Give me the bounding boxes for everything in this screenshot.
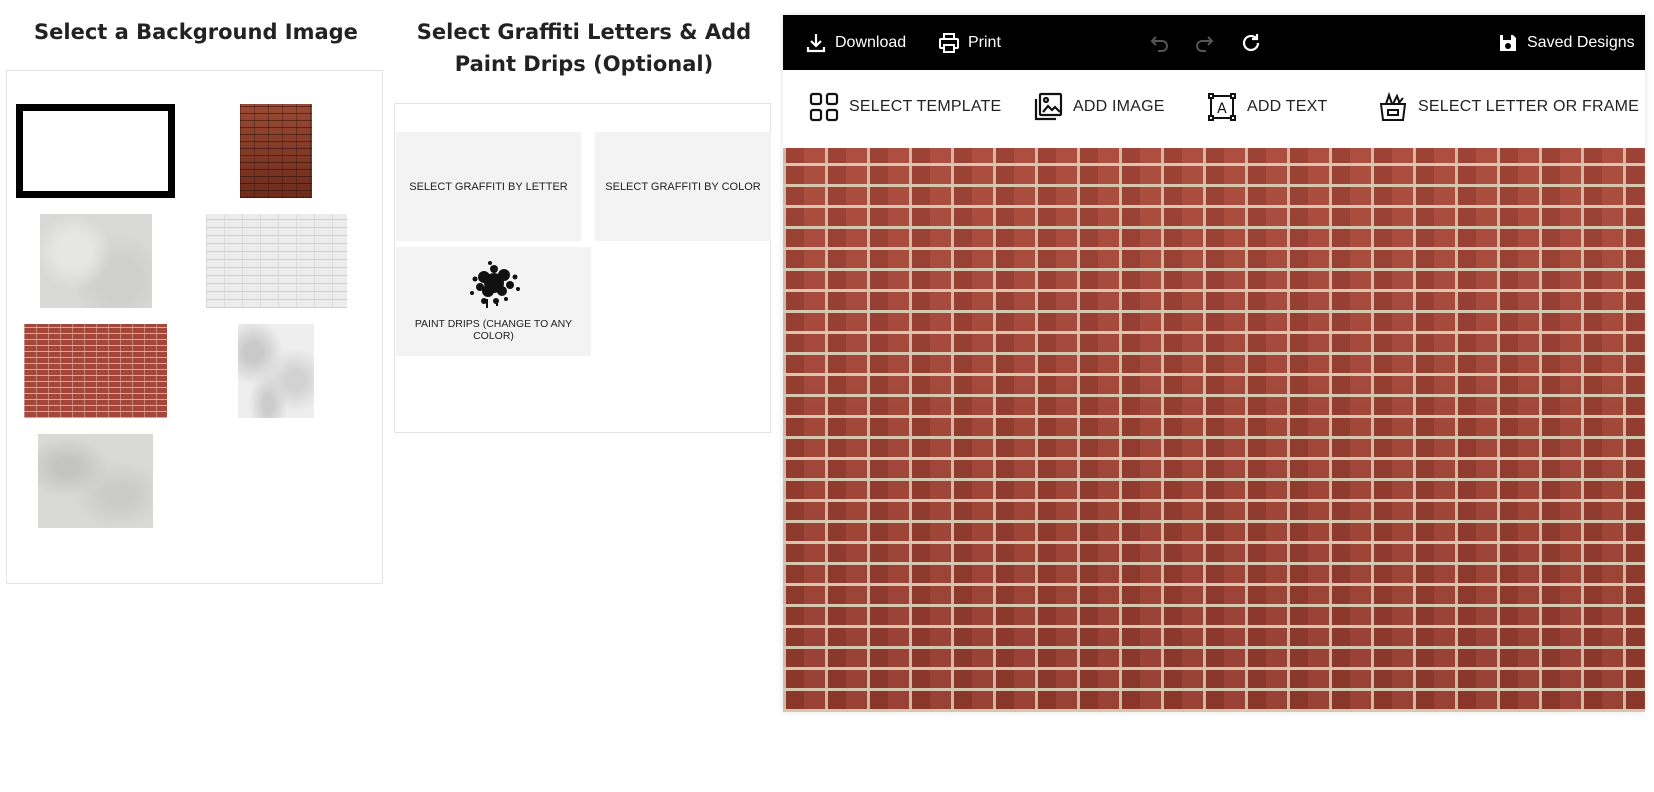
editor-tool-bar: SELECT TEMPLATE ADD IMAGE A ADD TEXT SEL… xyxy=(783,70,1645,143)
background-thumbnail-panel xyxy=(6,70,383,584)
background-thumb-dark-brick[interactable] xyxy=(240,104,312,198)
art-supplies-icon xyxy=(1379,91,1407,121)
select-template-label: SELECT TEMPLATE xyxy=(849,97,1002,115)
download-icon xyxy=(806,33,826,52)
background-thumb-gray-marble[interactable] xyxy=(38,434,153,528)
add-text-button[interactable]: A ADD TEXT xyxy=(1207,70,1327,143)
refresh-icon xyxy=(1242,33,1260,51)
print-label: Print xyxy=(968,33,1001,51)
undo-icon xyxy=(1150,35,1168,52)
graffiti-section-title: Select Graffiti Letters & Add Paint Drip… xyxy=(416,20,752,76)
editor-top-bar: Download Print Saved Designs xyxy=(783,15,1645,70)
redo-icon xyxy=(1196,35,1214,52)
select-graffiti-by-letter-card[interactable]: SELECT GRAFFITI BY LETTER xyxy=(396,132,581,241)
background-thumb-gray-stucco[interactable] xyxy=(40,214,152,308)
add-image-label: ADD IMAGE xyxy=(1073,97,1165,115)
save-icon xyxy=(1500,34,1516,51)
reset-button[interactable] xyxy=(1240,15,1262,70)
background-thumb-blank-white[interactable] xyxy=(16,104,175,198)
select-graffiti-by-color-card[interactable]: SELECT GRAFFITI BY COLOR xyxy=(595,132,771,241)
add-text-label: ADD TEXT xyxy=(1247,97,1328,115)
design-canvas[interactable] xyxy=(783,148,1645,712)
image-gallery-icon xyxy=(1034,92,1063,120)
redo-button[interactable] xyxy=(1193,15,1215,70)
design-editor: Download Print Saved Designs SELECT TEMP… xyxy=(783,15,1645,712)
paint-splatter-icon xyxy=(470,261,520,308)
printer-icon xyxy=(939,32,959,53)
saved-designs-button[interactable]: Saved Designs xyxy=(1497,15,1635,70)
paint-drips-label: PAINT DRIPS (CHANGE TO ANY COLOR) xyxy=(414,318,573,342)
background-thumb-red-brick[interactable] xyxy=(24,324,167,418)
paint-drips-card[interactable]: PAINT DRIPS (CHANGE TO ANY COLOR) xyxy=(396,247,591,356)
graffiti-options-panel: SELECT GRAFFITI BY LETTER SELECT GRAFFIT… xyxy=(394,103,771,433)
template-grid-icon xyxy=(809,92,839,121)
download-button[interactable]: Download xyxy=(805,15,906,70)
select-letter-or-frame-label: SELECT LETTER OR FRAME xyxy=(1418,97,1640,115)
svg-text:A: A xyxy=(1217,101,1227,117)
select-letter-or-frame-button[interactable]: SELECT LETTER OR FRAME xyxy=(1378,70,1639,143)
background-thumb-whitewashed-brick[interactable] xyxy=(206,214,347,308)
print-button[interactable]: Print xyxy=(938,15,1001,70)
download-label: Download xyxy=(835,33,907,51)
add-image-button[interactable]: ADD IMAGE xyxy=(1033,70,1165,143)
saved-designs-label: Saved Designs xyxy=(1527,33,1635,51)
undo-button[interactable] xyxy=(1149,15,1171,70)
background-section-title: Select a Background Image xyxy=(34,20,358,44)
select-template-button[interactable]: SELECT TEMPLATE xyxy=(809,70,1001,143)
background-thumb-white-marble[interactable] xyxy=(238,324,314,418)
select-graffiti-by-letter-label: SELECT GRAFFITI BY LETTER xyxy=(409,180,568,193)
select-graffiti-by-color-label: SELECT GRAFFITI BY COLOR xyxy=(605,180,761,193)
text-box-icon: A xyxy=(1208,92,1236,121)
